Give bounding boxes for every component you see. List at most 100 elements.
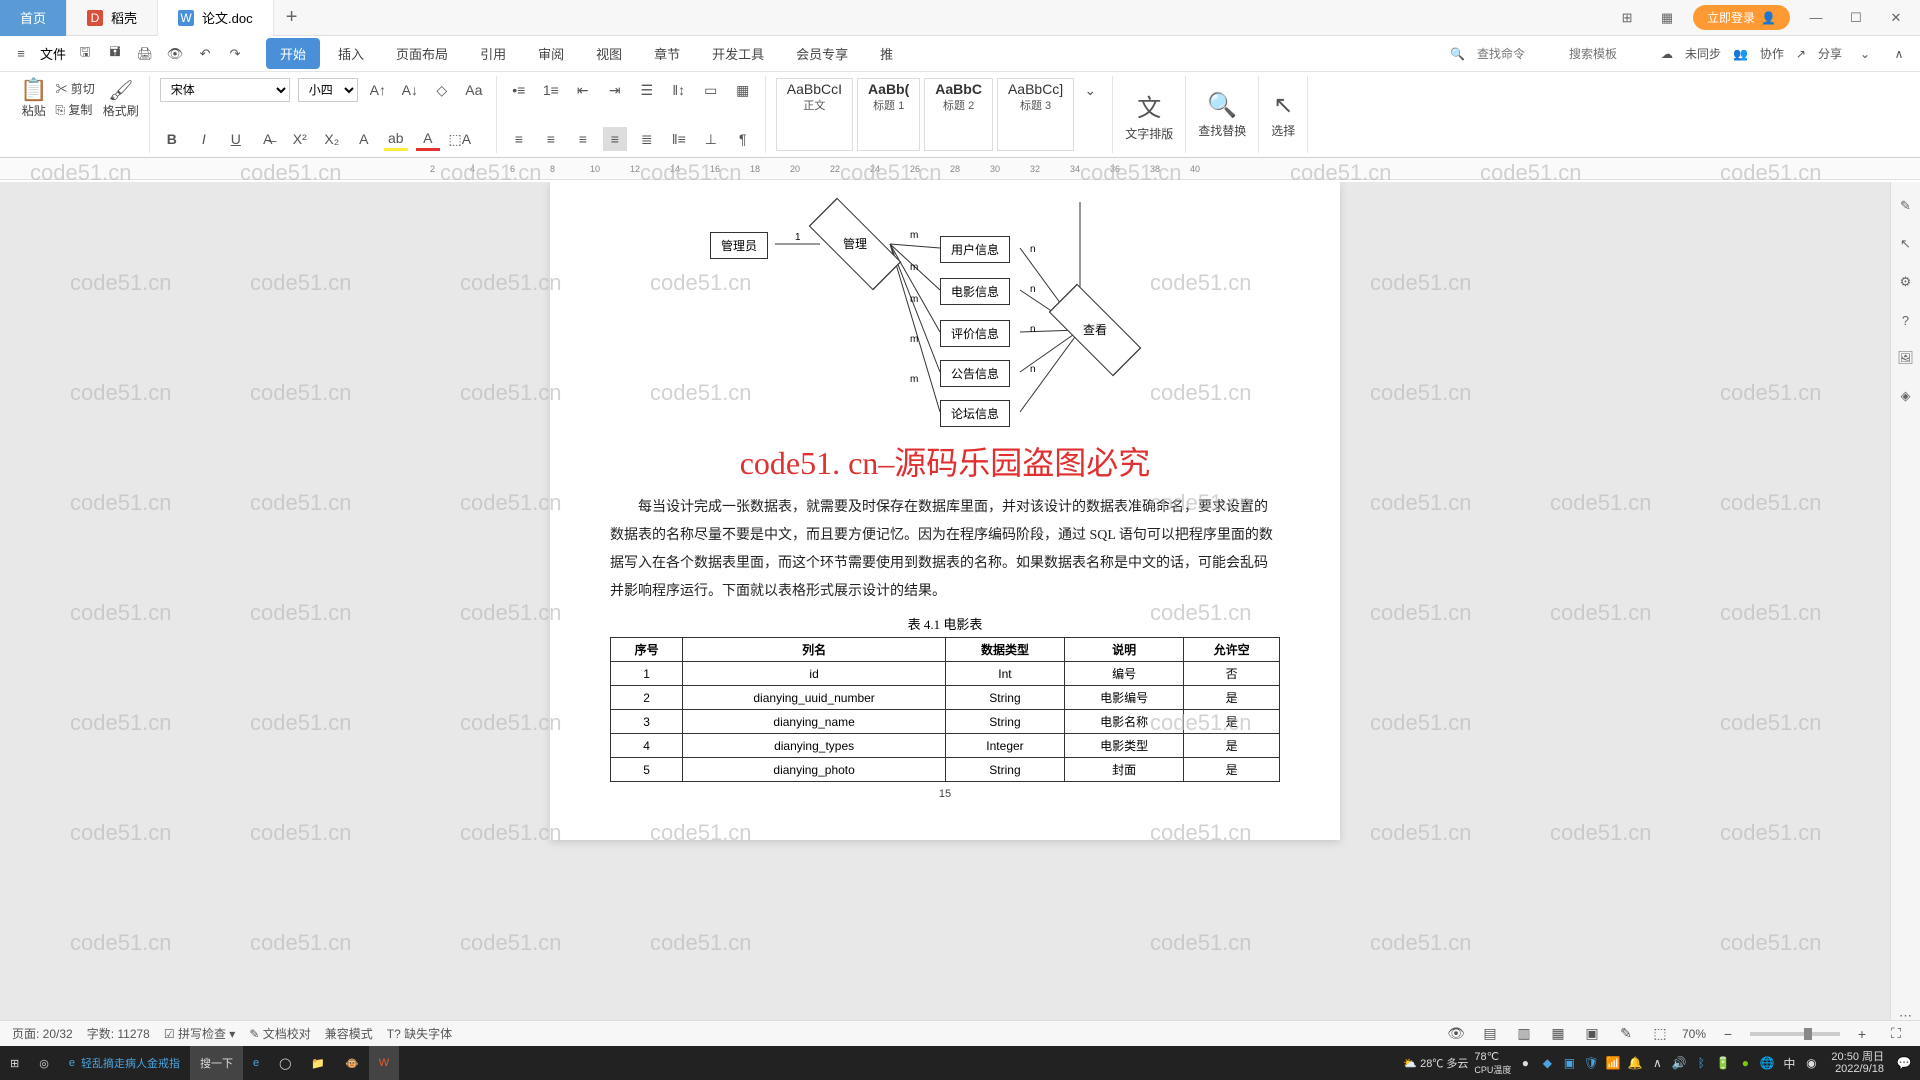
settings-slider-icon[interactable]: ⚙ bbox=[1896, 272, 1916, 292]
taskbar-wps[interactable]: W bbox=[369, 1046, 399, 1080]
markup-icon[interactable]: ✎ bbox=[1614, 1022, 1638, 1046]
show-marks-icon[interactable]: ¶ bbox=[731, 127, 755, 151]
bold-button[interactable]: B bbox=[160, 127, 184, 151]
help-icon[interactable]: ? bbox=[1896, 310, 1916, 330]
spellcheck-toggle[interactable]: ☑ 拼写检查 ▾ bbox=[164, 1025, 235, 1042]
tray-icon-o[interactable]: ◉ bbox=[1803, 1055, 1819, 1071]
taskbar-explorer[interactable]: 📁 bbox=[301, 1046, 335, 1080]
find-replace-button[interactable]: 🔍查找替换 bbox=[1186, 76, 1259, 153]
tray-battery-icon[interactable]: 🔋 bbox=[1715, 1055, 1731, 1071]
font-size-select[interactable]: 小四 bbox=[298, 78, 358, 102]
ribbon-tab-view[interactable]: 视图 bbox=[582, 38, 636, 69]
cloud-icon[interactable]: ☁ bbox=[1661, 47, 1673, 61]
subscript-button[interactable]: X₂ bbox=[320, 127, 344, 151]
proofread-button[interactable]: ✎ 文档校对 bbox=[249, 1025, 310, 1042]
outdent-icon[interactable]: ⇤ bbox=[571, 78, 595, 102]
zoom-slider[interactable] bbox=[1750, 1032, 1840, 1036]
sort-icon[interactable]: ☰ bbox=[635, 78, 659, 102]
document-area[interactable]: 1 mm mm m nn nn 管理员 管理 用户信息 电影信息 评价信息 公告… bbox=[0, 182, 1890, 1026]
taskbar-app-2[interactable]: 🐵 bbox=[335, 1046, 369, 1080]
ribbon-tab-insert[interactable]: 插入 bbox=[324, 38, 378, 69]
login-button[interactable]: 立即登录 👤 bbox=[1693, 5, 1790, 30]
change-case-icon[interactable]: Aa bbox=[462, 78, 486, 102]
paste-icon[interactable]: 📋 bbox=[20, 78, 47, 102]
borders-icon[interactable]: ▦ bbox=[731, 78, 755, 102]
collab-icon[interactable]: 👥 bbox=[1733, 47, 1748, 61]
redo-icon[interactable]: ↷ bbox=[224, 43, 246, 65]
select-button[interactable]: ↖选择 bbox=[1259, 76, 1308, 153]
appearance-icon[interactable]: ⊞ bbox=[1613, 4, 1641, 32]
print-icon[interactable]: 🖨 bbox=[134, 43, 156, 65]
pen-tool-icon[interactable]: ✎ bbox=[1896, 196, 1916, 216]
hamburger-icon[interactable]: ≡ bbox=[10, 43, 32, 65]
tray-icon-2[interactable]: ◆ bbox=[1539, 1055, 1555, 1071]
ribbon-tab-vip[interactable]: 会员专享 bbox=[782, 38, 862, 69]
style-normal[interactable]: AaBbCcI正文 bbox=[776, 78, 853, 151]
numbering-icon[interactable]: 1≡ bbox=[539, 78, 563, 102]
tray-bluetooth-icon[interactable]: ᛒ bbox=[1693, 1055, 1709, 1071]
fit-icon[interactable]: ⬚ bbox=[1648, 1022, 1672, 1046]
word-count[interactable]: 字数: 11278 bbox=[87, 1025, 150, 1042]
superscript-button[interactable]: X² bbox=[288, 127, 312, 151]
read-view-icon[interactable]: ▣ bbox=[1580, 1022, 1604, 1046]
tray-icon-1[interactable]: ● bbox=[1517, 1055, 1533, 1071]
ribbon-tab-ref[interactable]: 引用 bbox=[466, 38, 520, 69]
close-button[interactable]: ✕ bbox=[1882, 4, 1910, 32]
web-view-icon[interactable]: ▦ bbox=[1546, 1022, 1570, 1046]
shading-icon[interactable]: ▭ bbox=[699, 78, 723, 102]
line-spacing-icon[interactable]: ‖↕ bbox=[667, 78, 691, 102]
tray-icon-3[interactable]: ▣ bbox=[1561, 1055, 1577, 1071]
ruler[interactable]: 246810121416182022242628303234363840 bbox=[0, 158, 1920, 180]
share-icon[interactable]: ↗ bbox=[1796, 47, 1806, 61]
ribbon-tab-start[interactable]: 开始 bbox=[266, 38, 320, 69]
tray-volume-icon[interactable]: 🔊 bbox=[1671, 1055, 1687, 1071]
tray-bell-icon[interactable]: 🔔 bbox=[1627, 1055, 1643, 1071]
caret-down-icon[interactable]: ⌄ bbox=[1854, 43, 1876, 65]
ribbon-tab-chapter[interactable]: 章节 bbox=[640, 38, 694, 69]
weather-widget[interactable]: ⛅ 28℃ 多云 bbox=[1403, 1055, 1468, 1071]
tray-chevron-icon[interactable]: ∧ bbox=[1649, 1055, 1665, 1071]
tab-shell[interactable]: D 稻壳 bbox=[67, 0, 158, 36]
highlight-icon[interactable]: ab bbox=[384, 127, 408, 151]
indent-icon[interactable]: ⇥ bbox=[603, 78, 627, 102]
search-template-input[interactable] bbox=[1569, 47, 1649, 61]
strike-button[interactable]: A̶ bbox=[256, 127, 280, 151]
outline-view-icon[interactable]: ▥ bbox=[1512, 1022, 1536, 1046]
italic-button[interactable]: I bbox=[192, 127, 216, 151]
minimize-button[interactable]: — bbox=[1802, 4, 1830, 32]
ribbon-tab-review[interactable]: 审阅 bbox=[524, 38, 578, 69]
taskbar-app-1[interactable]: ◎ bbox=[29, 1046, 59, 1080]
fullscreen-icon[interactable]: ⛶ bbox=[1884, 1022, 1908, 1046]
cut-button[interactable]: ✂ 剪切 bbox=[55, 80, 94, 97]
tray-network-icon[interactable]: 🌐 bbox=[1759, 1055, 1775, 1071]
align-left-icon[interactable]: ≡ bbox=[507, 127, 531, 151]
search-icon[interactable]: 🔍 bbox=[1450, 47, 1465, 61]
clock[interactable]: 20:50 周日2022/9/18 bbox=[1825, 1051, 1890, 1075]
ribbon-tab-more[interactable]: 推 bbox=[866, 38, 907, 69]
start-button[interactable]: ⊞ bbox=[0, 1046, 29, 1080]
tab-home[interactable]: 首页 bbox=[0, 0, 67, 36]
eye-mode-icon[interactable]: 👁 bbox=[1444, 1022, 1468, 1046]
save-as-icon[interactable]: 🖬 bbox=[104, 43, 126, 65]
brush-icon[interactable]: 🖌 bbox=[108, 78, 133, 102]
align-right-icon[interactable]: ≡ bbox=[571, 127, 595, 151]
distribute-icon[interactable]: ≣ bbox=[635, 127, 659, 151]
ribbon-tab-dev[interactable]: 开发工具 bbox=[698, 38, 778, 69]
tab-stops-icon[interactable]: ⊥ bbox=[699, 127, 723, 151]
zoom-out-button[interactable]: − bbox=[1716, 1022, 1740, 1046]
collapse-ribbon-icon[interactable]: ∧ bbox=[1888, 43, 1910, 65]
ribbon-tab-layout[interactable]: 页面布局 bbox=[382, 38, 462, 69]
zoom-level[interactable]: 70% bbox=[1682, 1027, 1706, 1041]
char-border-icon[interactable]: ⬚A bbox=[448, 127, 472, 151]
style-h3[interactable]: AaBbCc]标题 3 bbox=[997, 78, 1074, 151]
diamond-tool-icon[interactable]: ◈ bbox=[1896, 386, 1916, 406]
taskbar-edge[interactable]: e bbox=[243, 1046, 269, 1080]
cpu-temp[interactable]: 78℃CPU温度 bbox=[1474, 1050, 1511, 1076]
unsync-label[interactable]: 未同步 bbox=[1685, 45, 1721, 62]
tray-wifi-icon[interactable]: 📶 bbox=[1605, 1055, 1621, 1071]
search-command-input[interactable] bbox=[1477, 47, 1557, 61]
action-center-icon[interactable]: 💬 bbox=[1896, 1055, 1912, 1071]
grow-font-icon[interactable]: A↑ bbox=[366, 78, 390, 102]
align-center-icon[interactable]: ≡ bbox=[539, 127, 563, 151]
maximize-button[interactable]: ☐ bbox=[1842, 4, 1870, 32]
